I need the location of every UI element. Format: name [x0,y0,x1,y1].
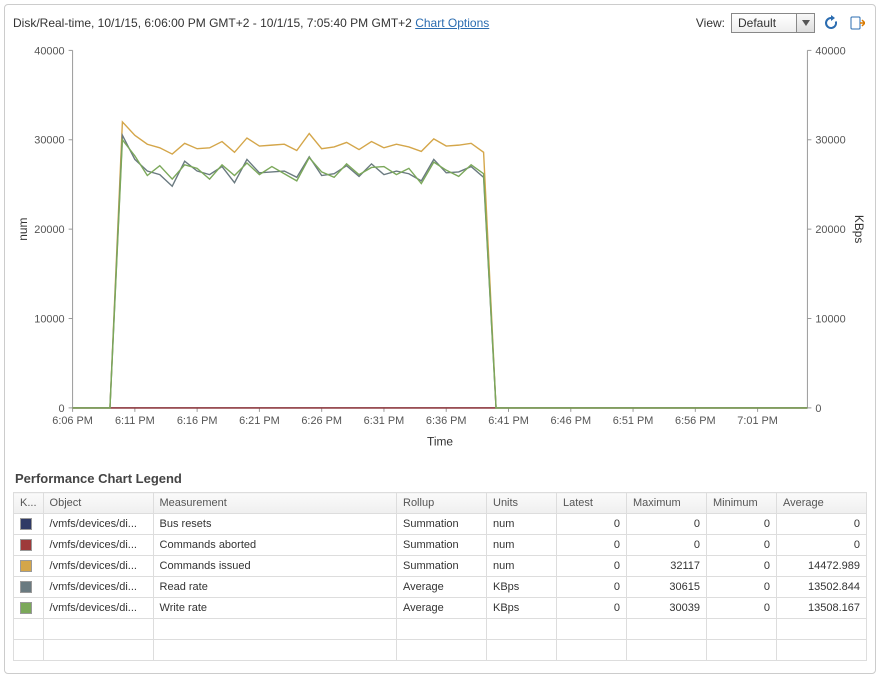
legend-title: Performance Chart Legend [15,471,867,486]
legend-swatch [20,539,32,551]
svg-text:6:11 PM: 6:11 PM [115,415,155,427]
table-row[interactable]: /vmfs/devices/di...Read rateAverageKBps0… [14,577,867,598]
legend-col-header[interactable]: Object [43,493,153,514]
table-row[interactable]: /vmfs/devices/di...Commands issuedSummat… [14,556,867,577]
svg-text:10000: 10000 [815,313,845,325]
svg-text:7:01 PM: 7:01 PM [737,415,778,427]
series-write-rate [73,140,808,408]
table-row[interactable]: /vmfs/devices/di...Commands abortedSumma… [14,535,867,556]
legend-swatch [20,602,32,614]
svg-text:20000: 20000 [34,224,64,236]
chart-panel: Disk/Real-time, 10/1/15, 6:06:00 PM GMT+… [4,4,876,674]
refresh-icon[interactable] [821,13,841,33]
legend-swatch [20,560,32,572]
svg-text:30000: 30000 [34,135,64,147]
legend-header-row: K...ObjectMeasurementRollupUnitsLatestMa… [14,493,867,514]
svg-text:10000: 10000 [34,313,64,325]
legend-col-header[interactable]: Rollup [397,493,487,514]
table-row [14,619,867,640]
svg-text:6:56 PM: 6:56 PM [675,415,716,427]
panel-title: Disk/Real-time, 10/1/15, 6:06:00 PM GMT+… [13,16,412,30]
panel-title-block: Disk/Real-time, 10/1/15, 6:06:00 PM GMT+… [13,16,489,30]
legend-swatch [20,581,32,593]
chevron-down-icon [796,14,814,32]
legend-col-header[interactable]: Minimum [707,493,777,514]
svg-text:20000: 20000 [815,224,845,236]
svg-text:40000: 40000 [34,45,64,57]
svg-text:30000: 30000 [815,135,845,147]
chart-area: 0 0 10000 10000 20000 20000 30000 30000 40000 400… [13,39,867,459]
table-row[interactable]: /vmfs/devices/di...Bus resetsSummationnu… [14,514,867,535]
line-chart: 0 0 10000 10000 20000 20000 30000 30000 40000 400… [13,39,867,459]
series-read-rate [73,135,808,408]
svg-text:6:36 PM: 6:36 PM [426,415,467,427]
view-controls: View: Default [696,13,867,33]
view-select[interactable]: Default [731,13,815,33]
svg-text:6:46 PM: 6:46 PM [550,415,591,427]
legend-swatch [20,518,32,530]
svg-text:6:51 PM: 6:51 PM [613,415,654,427]
svg-text:6:41 PM: 6:41 PM [488,415,529,427]
table-row[interactable]: /vmfs/devices/di...Write rateAverageKBps… [14,598,867,619]
svg-text:num: num [16,217,30,240]
svg-text:6:21 PM: 6:21 PM [239,415,280,427]
chart-options-link[interactable]: Chart Options [415,16,489,30]
view-label: View: [696,16,725,30]
svg-text:6:16 PM: 6:16 PM [177,415,218,427]
svg-text:6:26 PM: 6:26 PM [301,415,342,427]
svg-text:40000: 40000 [815,45,845,57]
svg-text:0: 0 [815,403,821,415]
table-row [14,640,867,661]
panel-header: Disk/Real-time, 10/1/15, 6:06:00 PM GMT+… [13,13,867,33]
legend-col-header[interactable]: Measurement [153,493,396,514]
view-select-value: Default [732,16,796,30]
legend-col-header[interactable]: Average [777,493,867,514]
legend-col-header[interactable]: Latest [557,493,627,514]
svg-text:0: 0 [59,403,65,415]
svg-text:Time: Time [427,435,453,449]
legend-col-header[interactable]: Maximum [627,493,707,514]
legend-col-header[interactable]: K... [14,493,44,514]
svg-text:6:06 PM: 6:06 PM [52,415,93,427]
export-icon[interactable] [847,13,867,33]
svg-text:6:31 PM: 6:31 PM [364,415,405,427]
legend-table: K...ObjectMeasurementRollupUnitsLatestMa… [13,492,867,661]
svg-text:KBps: KBps [852,215,866,244]
legend-col-header[interactable]: Units [487,493,557,514]
